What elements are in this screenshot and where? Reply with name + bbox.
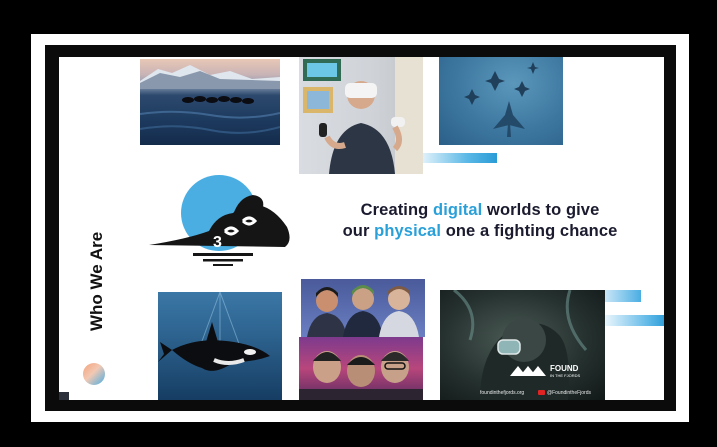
slide-corner-marker [59, 392, 69, 400]
section-title-who-we-are: Who We Are [87, 231, 106, 331]
youtube-icon [538, 390, 545, 395]
headline-line2-text: our [342, 222, 375, 240]
gradient-dot-decoration [83, 363, 105, 385]
presentation-slide: 3 Creating digital worlds to give our ph… [59, 57, 664, 400]
photo-digital-avatars [301, 279, 425, 337]
photo-team-selfie [299, 337, 423, 400]
headline-highlight-digital: digital [433, 201, 483, 219]
headline-highlight-physical: physical [374, 222, 442, 240]
accent-gradient-bar-right-1 [605, 290, 641, 302]
section-title-wrapper: Who We Are [87, 232, 106, 332]
found-badge-subtitle: IN THE FJORDS [550, 373, 581, 378]
accent-gradient-bar-right-2 [605, 315, 664, 326]
found-badge-title: FOUND [550, 364, 579, 373]
headline-line1-rest: worlds to give [482, 201, 600, 219]
otter-logo: 3 [147, 175, 297, 267]
photo-orca-underwater [158, 292, 282, 400]
slide-headline: Creating digital worlds to give our phys… [315, 200, 645, 242]
headline-line2-rest: one a fighting chance [441, 222, 618, 240]
otter-logo-icon: 3 [149, 175, 290, 266]
headline-line-1: Creating digital worlds to give [315, 200, 645, 221]
photo-snorkelers-sea [140, 59, 280, 145]
photo-sharks-underwater [439, 57, 563, 145]
photo-found-in-the-fjords-diver: FOUND IN THE FJORDS foundinthefjords.org… [440, 290, 605, 400]
headline-line1-text: Creating [360, 201, 434, 219]
svg-text:3: 3 [213, 234, 222, 251]
headline-line-2: our physical one a fighting chance [315, 221, 645, 242]
photo-vr-headset-user [299, 57, 423, 174]
found-social-handle: @FoundintheFjords [547, 390, 591, 396]
accent-gradient-bar-top [423, 153, 497, 163]
found-website-text: foundinthefjords.org [480, 390, 525, 396]
